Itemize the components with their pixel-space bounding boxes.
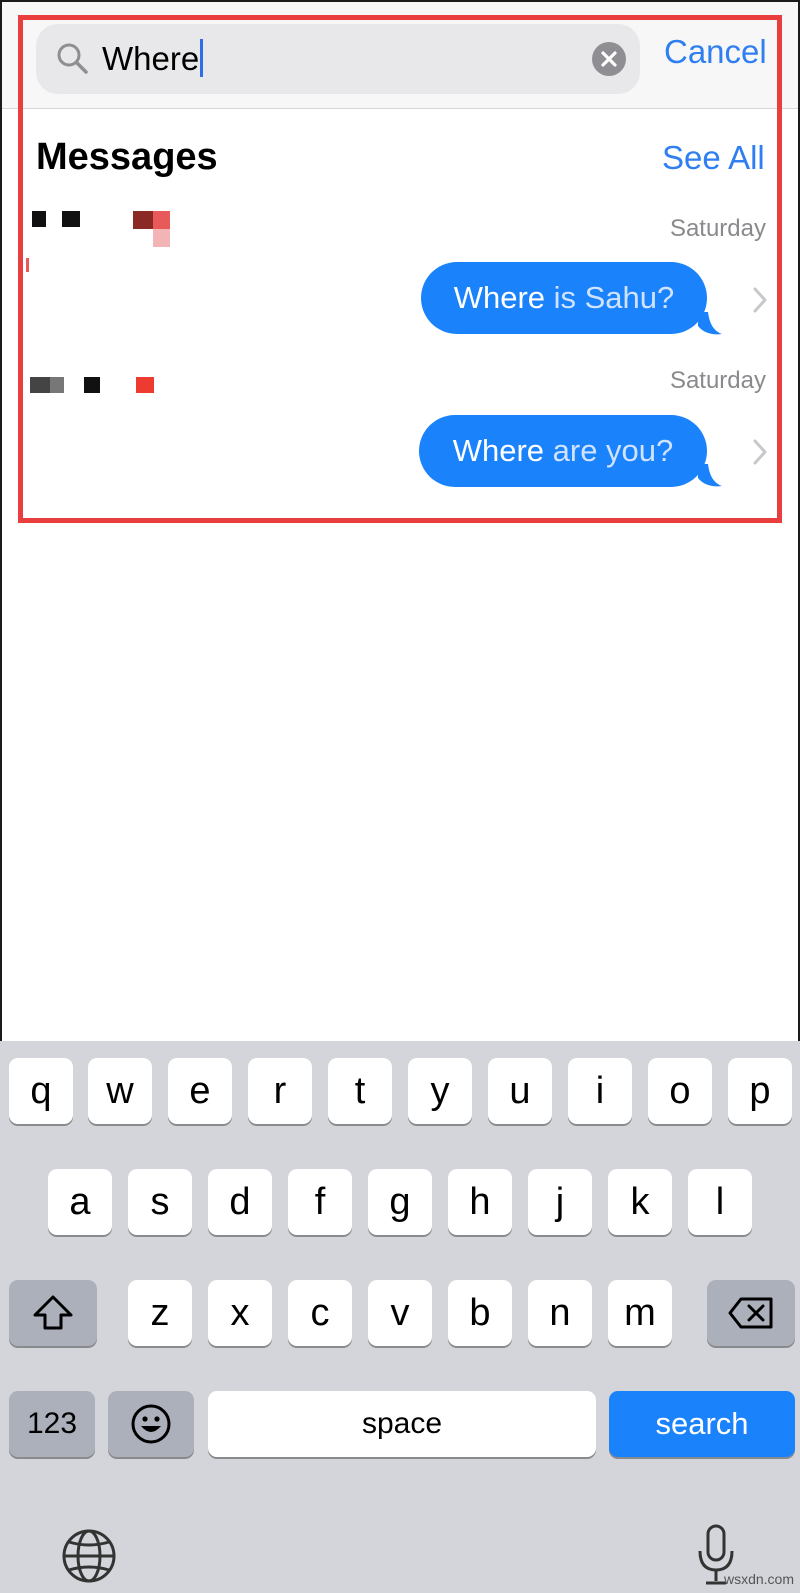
match-text: Where [453,280,546,315]
key-h[interactable]: h [448,1169,512,1235]
key-b[interactable]: b [448,1280,512,1346]
messages-section-title: Messages [36,136,218,178]
key-c[interactable]: c [288,1280,352,1346]
key-q[interactable]: q [9,1058,73,1124]
key-z[interactable]: z [128,1280,192,1346]
space-key[interactable]: space [208,1391,596,1457]
key-f[interactable]: f [288,1169,352,1235]
key-e[interactable]: e [168,1058,232,1124]
key-a[interactable]: a [48,1169,112,1235]
key-n[interactable]: n [528,1280,592,1346]
key-v[interactable]: v [368,1280,432,1346]
key-m[interactable]: m [608,1280,672,1346]
match-text: Where [452,433,545,468]
bubble-tail [698,464,722,487]
backspace-key[interactable] [707,1280,795,1346]
key-r[interactable]: r [248,1058,312,1124]
search-icon [57,43,88,74]
key-g[interactable]: g [368,1169,432,1235]
key-d[interactable]: d [208,1169,272,1235]
keyboard: q w e r t y u i o p a s d f g h j k l z … [0,1041,800,1593]
emoji-icon [131,1404,171,1444]
cancel-button[interactable]: Cancel [664,32,767,72]
key-i[interactable]: i [568,1058,632,1124]
message-text: is Sahu? [545,280,675,315]
bubble-tail [698,312,722,335]
key-y[interactable]: y [408,1058,472,1124]
key-s[interactable]: s [128,1169,192,1235]
numbers-key[interactable]: 123 [9,1391,95,1457]
message-bubble: Where is Sahu? [421,262,707,334]
key-x[interactable]: x [208,1280,272,1346]
see-all-link[interactable]: See All [662,138,765,178]
text-caret [200,39,204,77]
key-w[interactable]: w [88,1058,152,1124]
search-header: Where Cancel [2,2,798,109]
globe-icon[interactable] [60,1527,118,1585]
shift-key[interactable] [9,1280,97,1346]
message-date: Saturday [669,367,766,394]
backspace-icon [728,1297,773,1329]
emoji-key[interactable] [108,1391,194,1457]
key-o[interactable]: o [648,1058,712,1124]
watermark: wsxdn.com [723,1571,794,1587]
clear-text-icon[interactable] [592,42,626,76]
key-t[interactable]: t [328,1058,392,1124]
search-field[interactable]: Where [36,24,640,94]
chevron-right-icon [753,287,767,313]
key-k[interactable]: k [608,1169,672,1235]
key-u[interactable]: u [488,1058,552,1124]
message-bubble: Where are you? [419,415,707,487]
message-date: Saturday [669,215,766,242]
search-input[interactable]: Where [102,39,204,79]
key-j[interactable]: j [528,1169,592,1235]
search-key[interactable]: search [609,1391,795,1457]
key-l[interactable]: l [688,1169,752,1235]
shift-icon [33,1295,73,1330]
key-p[interactable]: p [728,1058,792,1124]
chevron-right-icon [753,439,767,465]
message-text: are you? [544,433,674,468]
